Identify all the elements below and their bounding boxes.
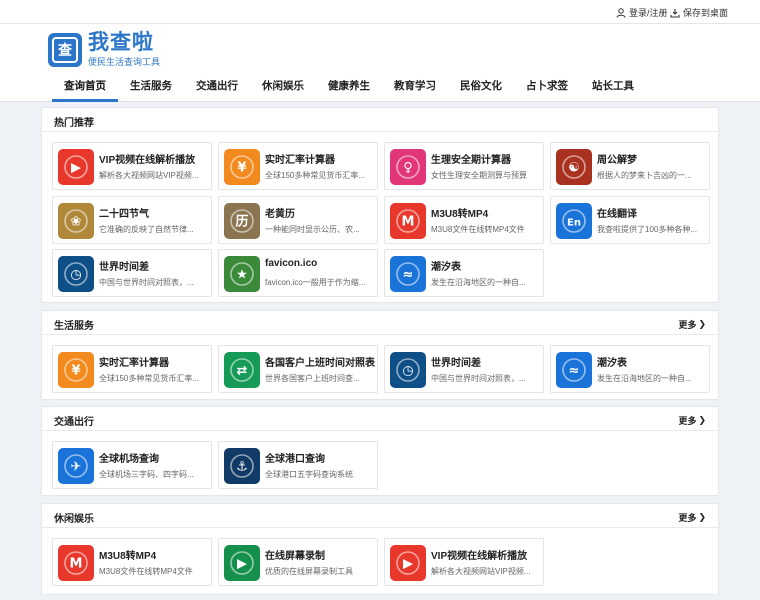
section-title: 交通出行 (54, 417, 94, 428)
section-title: 休闲娱乐 (54, 514, 94, 525)
nav-item-folk[interactable]: 民俗文化 (448, 74, 514, 102)
period-icon: ♀ (390, 149, 426, 185)
svg-text:⚓: ⚓ (236, 460, 248, 475)
section-traffic: 交通出行 更多 ❯ ✈ 全球机场查询 全球机场三字码、四字码... ⚓ 全球港口… (41, 406, 719, 496)
tool-card-world-time[interactable]: ◷ 世界时间差 中国与世界时间对照表，... (384, 345, 544, 393)
chevron-right-icon: ❯ (698, 512, 706, 522)
svg-text:历: 历 (235, 215, 248, 230)
save-to-desktop-label: 保存到桌面 (683, 8, 729, 18)
tool-card-translate[interactable]: En 在线翻译 我查啦提供了100多种各种... (550, 196, 710, 244)
tool-card-world-time[interactable]: ◷ 世界时间差 中国与世界时间对照表，... (52, 249, 212, 297)
section-hot: 热门推荐 ▶ VIP视频在线解析播放 解析各大视频网站VIP视频... ¥ 实时… (41, 107, 719, 303)
tool-card-vip-video[interactable]: ▶ VIP视频在线解析播放 解析各大视频网站VIP视频... (384, 538, 544, 586)
world-time-icon: ◷ (390, 352, 426, 388)
logo-title: 我查啦 (88, 31, 154, 54)
exchange-icon: ¥ (224, 149, 260, 185)
more-link[interactable]: 更多 ❯ (678, 511, 706, 524)
almanac-icon: 历 (224, 203, 260, 239)
tool-card-safe-period[interactable]: ♀ 生理安全期计算器 女性生理安全期测算与预算 (384, 142, 544, 190)
tool-card-vip-video[interactable]: ▶ VIP视频在线解析播放 解析各大视频网站VIP视频... (52, 142, 212, 190)
tool-card-screen-record[interactable]: ▶ 在线屏幕录制 优质的在线屏幕录制工具 (218, 538, 378, 586)
m3u8-icon: M (58, 545, 94, 581)
nav-item-divination[interactable]: 占卜求签 (514, 74, 580, 102)
svg-text:≈: ≈ (569, 364, 580, 379)
nav-item-webmaster[interactable]: 站长工具 (580, 74, 646, 102)
site-logo[interactable]: 查 我查啦 便民生活查询工具 (48, 32, 160, 68)
svg-text:⇄: ⇄ (237, 364, 248, 379)
tool-card-m3u8[interactable]: M M3U8转MP4 M3U8文件在线转MP4文件 (52, 538, 212, 586)
section-leisure: 休闲娱乐 更多 ❯ M M3U8转MP4 M3U8文件在线转MP4文件 ▶ 在线… (41, 503, 719, 595)
airport-icon: ✈ (58, 448, 94, 484)
tide-icon: ≈ (390, 256, 426, 292)
svg-text:❀: ❀ (71, 215, 82, 230)
tool-card-dream[interactable]: ☯ 周公解梦 根据人的梦来卜吉凶的一... (550, 142, 710, 190)
tool-card-tide[interactable]: ≈ 潮汐表 发生在沿海地区的一种自... (384, 249, 544, 297)
section-life: 生活服务 更多 ❯ ¥ 实时汇率计算器 全球150多种常见货币汇率... ⇄ 各… (41, 310, 719, 400)
solar-term-icon: ❀ (58, 203, 94, 239)
svg-text:◷: ◷ (70, 268, 81, 283)
login-register-link[interactable]: 登录/注册 (616, 6, 668, 19)
user-icon (616, 7, 626, 18)
tool-card-exchange-rate[interactable]: ¥ 实时汇率计算器 全球150多种常见货币汇率... (218, 142, 378, 190)
favicon-icon: ★ (224, 256, 260, 292)
video-icon: ▶ (390, 545, 426, 581)
svg-text:◷: ◷ (402, 364, 413, 379)
screen-record-icon: ▶ (224, 545, 260, 581)
svg-text:♀: ♀ (403, 161, 413, 176)
save-to-desktop-link[interactable]: 保存到桌面 (670, 6, 728, 19)
svg-text:¥: ¥ (71, 364, 80, 379)
tool-card-office-time[interactable]: ⇄ 各国客户上班时间对照表 世界各国客户上班时间查... (218, 345, 378, 393)
tool-card-tide[interactable]: ≈ 潮汐表 发生在沿海地区的一种自... (550, 345, 710, 393)
tide-icon: ≈ (556, 352, 592, 388)
chevron-right-icon: ❯ (698, 415, 706, 425)
svg-text:M: M (402, 215, 415, 230)
svg-text:En: En (567, 218, 581, 229)
nav-item-education[interactable]: 教育学习 (382, 74, 448, 102)
more-link[interactable]: 更多 ❯ (678, 414, 706, 427)
download-icon (670, 8, 680, 18)
section-title: 生活服务 (54, 321, 94, 332)
translate-icon: En (556, 203, 592, 239)
tool-card-exchange-rate[interactable]: ¥ 实时汇率计算器 全球150多种常见货币汇率... (52, 345, 212, 393)
svg-text:▶: ▶ (71, 161, 81, 176)
svg-text:▶: ▶ (237, 557, 247, 572)
nav-item-health[interactable]: 健康养生 (316, 74, 382, 102)
tool-card-almanac[interactable]: 历 老黄历 一种能同时显示公历、农... (218, 196, 378, 244)
nav-item-home[interactable]: 查询首页 (52, 74, 118, 102)
svg-text:✈: ✈ (71, 460, 82, 475)
svg-text:☯: ☯ (568, 161, 580, 176)
more-link[interactable]: 更多 ❯ (678, 318, 706, 331)
exchange-icon: ¥ (58, 352, 94, 388)
login-register-label: 登录/注册 (629, 8, 668, 18)
tool-card-solar-terms[interactable]: ❀ 二十四节气 它准确的反映了自然节律... (52, 196, 212, 244)
tool-card-favicon[interactable]: ★ favicon.ico favicon.ico一般用于作为缩... (218, 249, 378, 297)
nav-item-life[interactable]: 生活服务 (118, 74, 184, 102)
svg-text:▶: ▶ (403, 557, 413, 572)
tool-card-m3u8[interactable]: M M3U8转MP4 M3U8文件在线转MP4文件 (384, 196, 544, 244)
svg-text:¥: ¥ (237, 161, 246, 176)
dream-icon: ☯ (556, 149, 592, 185)
video-icon: ▶ (58, 149, 94, 185)
nav-item-leisure[interactable]: 休闲娱乐 (250, 74, 316, 102)
section-title: 热门推荐 (54, 118, 94, 129)
svg-text:M: M (70, 557, 83, 572)
logo-subtitle: 便民生活查询工具 (88, 57, 161, 67)
chevron-right-icon: ❯ (698, 319, 706, 329)
office-time-icon: ⇄ (224, 352, 260, 388)
world-time-icon: ◷ (58, 256, 94, 292)
tool-card-port[interactable]: ⚓ 全球港口查询 全球港口五字码查询系统 (218, 441, 378, 489)
top-bar: 登录/注册 保存到桌面 (0, 0, 760, 24)
site-header: 查 我查啦 便民生活查询工具 查询首页 生活服务 交通出行 休闲娱乐 健康养生 … (0, 24, 760, 102)
logo-mark-icon: 查 (48, 33, 82, 67)
nav-item-traffic[interactable]: 交通出行 (184, 74, 250, 102)
svg-text:≈: ≈ (403, 268, 414, 283)
svg-text:★: ★ (236, 268, 248, 283)
port-icon: ⚓ (224, 448, 260, 484)
main-nav: 查询首页 生活服务 交通出行 休闲娱乐 健康养生 教育学习 民俗文化 占卜求签 … (52, 74, 646, 102)
m3u8-icon: M (390, 203, 426, 239)
tool-card-airport[interactable]: ✈ 全球机场查询 全球机场三字码、四字码... (52, 441, 212, 489)
